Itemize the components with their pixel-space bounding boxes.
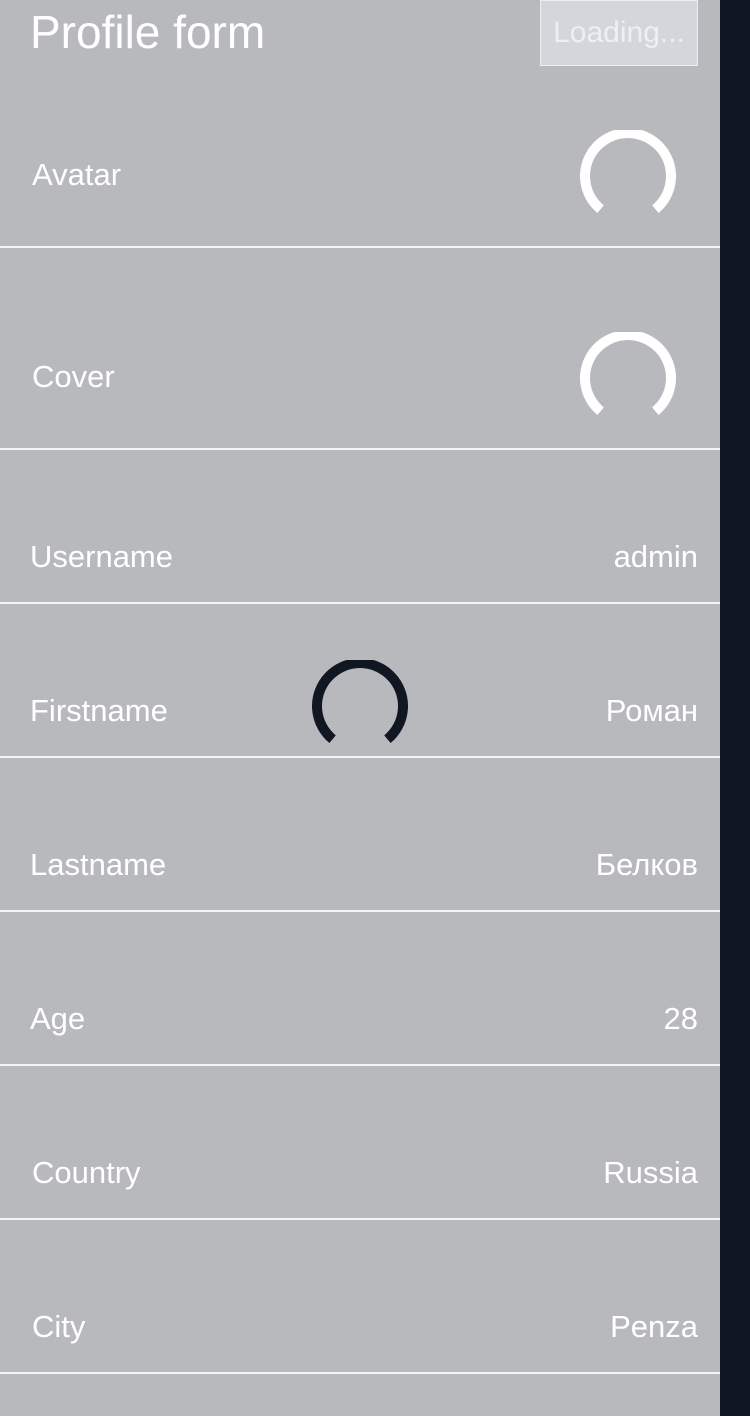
username-value: admin <box>613 539 698 574</box>
age-label: Age <box>30 1001 86 1036</box>
country-row[interactable]: Country Russia <box>0 1066 720 1220</box>
age-row[interactable]: Age 28 <box>0 912 720 1066</box>
lastname-value: Белков <box>595 847 698 882</box>
cover-row[interactable]: Cover <box>0 248 720 450</box>
country-value: Russia <box>603 1155 698 1190</box>
age-value: 28 <box>663 1001 698 1036</box>
avatar-row[interactable]: Avatar <box>0 0 720 248</box>
country-label: Country <box>32 1155 141 1190</box>
username-label: Username <box>30 539 173 574</box>
city-label: City <box>32 1309 86 1344</box>
city-value: Penza <box>610 1309 698 1344</box>
avatar-loading-spinner-icon <box>580 130 676 214</box>
scrollbar[interactable] <box>720 0 750 1416</box>
lastname-row[interactable]: Lastname Белков <box>0 758 720 912</box>
username-row[interactable]: Username admin <box>0 450 720 604</box>
page-loading-spinner-icon <box>312 660 408 744</box>
city-row[interactable]: City Penza <box>0 1220 720 1374</box>
firstname-label: Firstname <box>30 693 168 728</box>
lastname-label: Lastname <box>30 847 167 882</box>
profile-form-page: Profile form Loading... Avatar Cover Use… <box>0 0 750 1416</box>
cover-label: Cover <box>32 359 115 394</box>
avatar-label: Avatar <box>32 157 122 192</box>
cover-loading-spinner-icon <box>580 332 676 416</box>
firstname-value: Роман <box>605 693 698 728</box>
